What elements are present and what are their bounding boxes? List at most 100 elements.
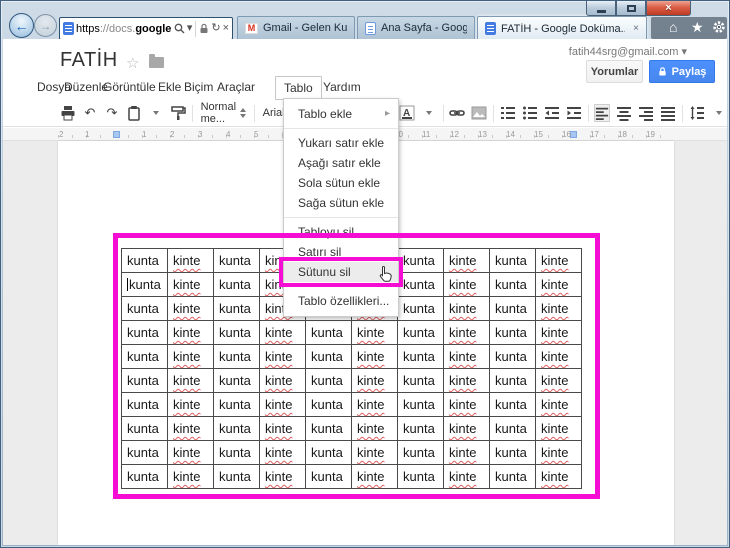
table-cell[interactable]: kinte — [167, 344, 214, 369]
table-cell[interactable]: kunta — [305, 344, 352, 369]
menu-item-sola-s-tun-ekle[interactable]: Sola sütun ekle — [284, 173, 398, 193]
table-cell[interactable]: kunta — [121, 464, 168, 489]
table-cell[interactable]: kinte — [351, 344, 398, 369]
table-cell[interactable]: kinte — [351, 368, 398, 393]
justify-icon[interactable] — [660, 104, 676, 122]
table-cell[interactable]: kunta — [489, 440, 536, 465]
highlight-dropdown-icon[interactable] — [421, 104, 437, 122]
menu-item-s-tunu-sil[interactable]: Sütunu sil — [279, 257, 403, 287]
table-cell[interactable]: kinte — [167, 440, 214, 465]
align-left-icon[interactable] — [594, 104, 611, 122]
table-cell[interactable]: kinte — [351, 416, 398, 441]
align-center-icon[interactable] — [616, 104, 632, 122]
table-cell[interactable]: kunta — [121, 368, 168, 393]
table-cell[interactable]: kinte — [443, 464, 490, 489]
table-cell[interactable]: kunta — [121, 440, 168, 465]
settings-gear-icon[interactable] — [712, 20, 726, 36]
table-cell[interactable]: kinte — [167, 416, 214, 441]
table-cell[interactable]: kunta — [397, 368, 444, 393]
right-indent-marker[interactable] — [570, 131, 577, 138]
table-cell[interactable]: kunta — [397, 296, 444, 321]
table-cell[interactable]: kunta — [213, 248, 260, 273]
home-icon[interactable]: ⌂ — [669, 20, 677, 34]
table-cell[interactable]: kinte — [535, 392, 582, 417]
table-cell[interactable]: kunta — [397, 392, 444, 417]
table-cell[interactable]: kinte — [443, 392, 490, 417]
table-cell[interactable]: kinte — [259, 368, 306, 393]
menubar-item-tablo[interactable]: Tablo — [275, 76, 322, 100]
favorites-star-icon[interactable]: ★ — [691, 20, 704, 34]
table-cell[interactable]: kunta — [213, 440, 260, 465]
table-cell[interactable]: kunta — [489, 248, 536, 273]
menu-item-tablo-zellikleri-[interactable]: Tablo özellikleri... — [284, 291, 398, 311]
print-icon[interactable] — [60, 104, 76, 122]
insert-image-icon[interactable] — [471, 104, 487, 122]
table-cell[interactable]: kunta — [305, 368, 352, 393]
table-cell[interactable]: kunta — [213, 272, 260, 297]
table-cell[interactable]: kunta — [305, 464, 352, 489]
paste-dropdown-icon[interactable] — [148, 104, 164, 122]
table-cell[interactable]: kunta — [489, 368, 536, 393]
table-cell[interactable]: kunta — [213, 392, 260, 417]
line-spacing-icon[interactable] — [689, 104, 705, 122]
table-cell[interactable]: kinte — [167, 248, 214, 273]
table-cell[interactable]: kinte — [351, 392, 398, 417]
line-spacing-dropdown-icon[interactable] — [711, 104, 727, 122]
table-cell[interactable]: kinte — [351, 320, 398, 345]
table-cell[interactable]: kunta — [305, 320, 352, 345]
decrease-indent-icon[interactable] — [544, 104, 560, 122]
menubar-item-ekle[interactable]: Ekle — [158, 80, 181, 94]
stop-icon[interactable]: × — [223, 23, 229, 34]
menu-item-tablo-ekle[interactable]: Tablo ekle ▸ — [284, 104, 398, 124]
back-button[interactable]: ← — [9, 13, 34, 38]
menubar-item-araçlar[interactable]: Araçlar — [217, 80, 255, 94]
table-cell[interactable]: kunta — [489, 296, 536, 321]
table-cell[interactable]: kinte — [259, 464, 306, 489]
search-icon[interactable] — [174, 23, 185, 34]
undo-icon[interactable]: ↶ — [82, 104, 98, 122]
numbered-list-icon[interactable] — [500, 104, 516, 122]
table-cell[interactable]: kinte — [259, 344, 306, 369]
table-cell[interactable]: kinte — [443, 272, 490, 297]
menu-item-sat-r-sil[interactable]: Satırı sil — [284, 242, 398, 262]
window-maximize-button[interactable] — [616, 1, 646, 16]
table-cell[interactable]: kunta — [213, 368, 260, 393]
browser-tab-2[interactable]: Ana Sayfa - Google Doküm... — [357, 16, 475, 39]
table-cell[interactable]: kunta — [213, 416, 260, 441]
table-cell[interactable]: kunta — [397, 440, 444, 465]
table-cell[interactable]: kinte — [535, 296, 582, 321]
menu-item-sa-a-s-tun-ekle[interactable]: Sağa sütun ekle — [284, 193, 398, 213]
menubar-item-düzenle[interactable]: Düzenle — [64, 80, 108, 94]
account-email[interactable]: fatih44srg@gmail.com ▾ — [569, 45, 687, 58]
table-cell[interactable]: kunta — [213, 320, 260, 345]
table-cell[interactable]: kunta — [305, 416, 352, 441]
table-cell[interactable]: kinte — [535, 440, 582, 465]
left-indent-marker[interactable] — [113, 131, 120, 138]
table-cell[interactable]: kinte — [167, 296, 214, 321]
align-right-icon[interactable] — [638, 104, 654, 122]
table-cell[interactable]: kinte — [535, 248, 582, 273]
table-cell[interactable]: kinte — [167, 272, 214, 297]
search-dropdown-icon[interactable]: ▾ — [187, 23, 193, 34]
menu-item-tabloyu-sil[interactable]: Tabloyu sil — [284, 222, 398, 242]
table-cell[interactable]: kinte — [167, 392, 214, 417]
table-cell[interactable]: kinte — [259, 392, 306, 417]
table-cell[interactable]: kinte — [259, 416, 306, 441]
table-cell[interactable]: kinte — [443, 296, 490, 321]
table-cell[interactable]: kunta — [397, 464, 444, 489]
table-cell[interactable]: kunta — [121, 344, 168, 369]
table-cell[interactable]: kinte — [167, 368, 214, 393]
style-dropdown[interactable]: Normal me... — [199, 101, 248, 125]
table-cell[interactable]: kinte — [535, 320, 582, 345]
table-cell[interactable]: kunta — [397, 248, 444, 273]
table-cell[interactable]: kinte — [259, 440, 306, 465]
table-cell[interactable]: kinte — [167, 320, 214, 345]
table-cell[interactable]: kunta — [213, 344, 260, 369]
highlight-color-icon[interactable]: A — [399, 104, 415, 122]
table-cell[interactable]: kunta — [121, 272, 168, 297]
table-cell[interactable]: kinte — [443, 416, 490, 441]
refresh-icon[interactable]: ↻ — [211, 23, 220, 34]
table-cell[interactable]: kunta — [121, 320, 168, 345]
table-cell[interactable]: kunta — [121, 248, 168, 273]
star-document-icon[interactable]: ☆ — [126, 54, 139, 72]
